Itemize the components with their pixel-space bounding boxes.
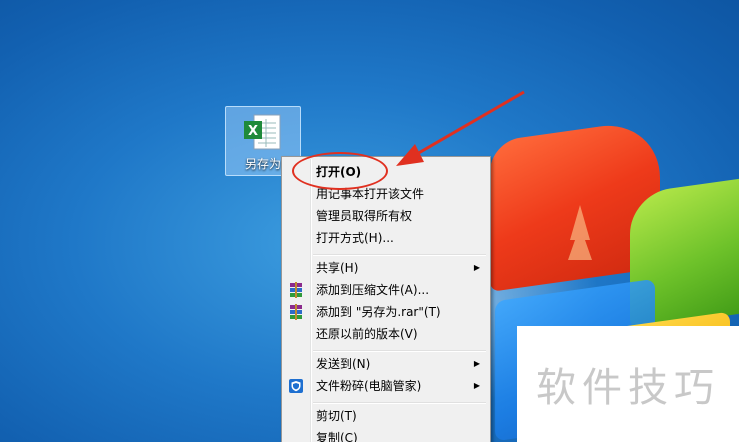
menu-item-label: 文件粉碎(电脑管家) — [316, 379, 422, 393]
watermark-box: 软件技巧 — [517, 326, 739, 442]
svg-text:X: X — [248, 124, 258, 139]
excel-file-icon: X — [244, 114, 281, 150]
menu-item-add-to-archive[interactable]: 添加到压缩文件(A)... — [284, 279, 488, 301]
shield-icon — [289, 379, 303, 393]
winrar-icon — [290, 304, 302, 320]
watermark-text: 软件技巧 — [536, 365, 720, 411]
menu-separator — [313, 350, 486, 352]
tree-silhouette — [568, 205, 592, 260]
menu-item-label: 管理员取得所有权 — [316, 209, 413, 223]
menu-item-file-shredder[interactable]: 文件粉碎(电脑管家) ▶ — [284, 375, 488, 397]
menu-item-label: 还原以前的版本(V) — [316, 327, 418, 341]
submenu-arrow-icon: ▶ — [473, 263, 480, 272]
menu-item-label: 发送到(N) — [316, 357, 371, 371]
menu-item-copy[interactable]: 复制(C) — [284, 427, 488, 442]
menu-item-restore-previous-versions[interactable]: 还原以前的版本(V) — [284, 323, 488, 345]
menu-item-cut[interactable]: 剪切(T) — [284, 405, 488, 427]
menu-item-label: 剪切(T) — [316, 409, 357, 423]
menu-item-share[interactable]: 共享(H) ▶ — [284, 257, 488, 279]
menu-item-label: 复制(C) — [316, 431, 358, 442]
submenu-arrow-icon: ▶ — [473, 359, 480, 368]
menu-item-open-with[interactable]: 打开方式(H)... — [284, 227, 488, 249]
menu-separator — [313, 402, 486, 404]
desktop: X 另存为 打开(O) 用记事本打开该文件 管理员取得所有权 打开方式(H)..… — [0, 0, 739, 442]
winrar-icon — [290, 282, 302, 298]
menu-item-take-ownership[interactable]: 管理员取得所有权 — [284, 205, 488, 227]
submenu-arrow-icon: ▶ — [473, 381, 480, 390]
menu-item-label: 添加到压缩文件(A)... — [316, 283, 430, 297]
context-menu: 打开(O) 用记事本打开该文件 管理员取得所有权 打开方式(H)... 共享(H… — [281, 156, 491, 442]
menu-item-label: 打开方式(H)... — [316, 231, 394, 245]
menu-item-add-to-rar[interactable]: 添加到 "另存为.rar"(T) — [284, 301, 488, 323]
menu-item-label: 添加到 "另存为.rar"(T) — [316, 305, 441, 319]
annotation-circle — [292, 152, 388, 190]
menu-separator — [313, 254, 486, 256]
menu-item-send-to[interactable]: 发送到(N) ▶ — [284, 353, 488, 375]
menu-item-label: 共享(H) — [316, 261, 359, 275]
